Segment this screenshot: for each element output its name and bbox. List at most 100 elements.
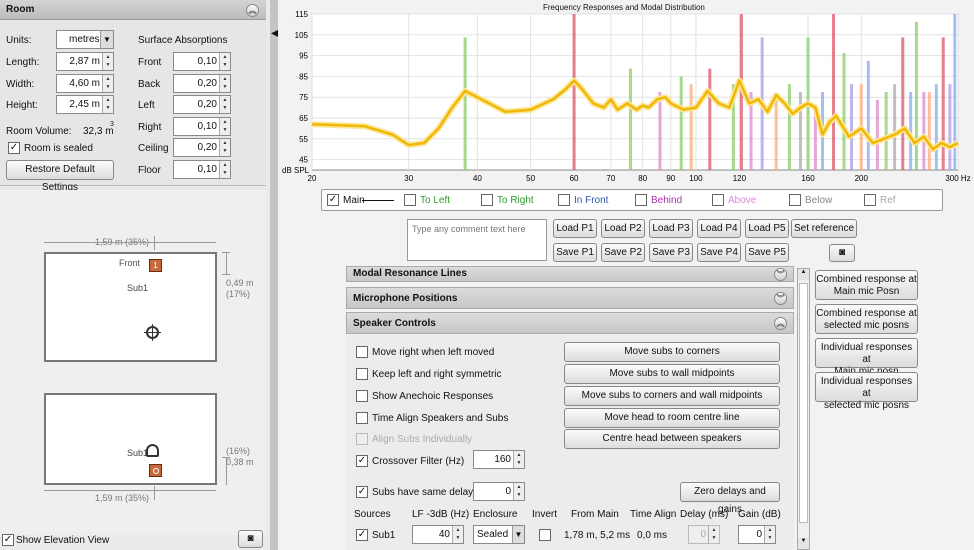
modal-resonance-section[interactable]: Modal Resonance Lines ︾ xyxy=(346,266,794,282)
crossover-checkbox[interactable]: ✓ xyxy=(356,455,368,467)
spinner-arrows-icon[interactable]: ▲ ▼ xyxy=(102,53,113,70)
collapse-icon[interactable]: ︽ xyxy=(774,317,787,330)
expand-icon[interactable]: ︾ xyxy=(774,268,787,281)
floor-absorption-spinner[interactable]: 0,10 ▲ ▼ xyxy=(173,160,231,179)
length-spinner[interactable]: 2,87 m ▲ ▼ xyxy=(56,52,114,71)
height-spinner[interactable]: 2,45 m ▲ ▼ xyxy=(56,95,114,114)
dropdown-arrow-icon[interactable]: ▼ xyxy=(100,31,113,48)
zero-delays-button[interactable]: Zero delays and gains xyxy=(680,482,780,515)
move-subs-corners-midpoints-button[interactable]: Move subs to corners and wall midpoints xyxy=(564,386,780,406)
elevation-room-box[interactable] xyxy=(44,393,217,485)
save-p5-button[interactable]: Save P5 xyxy=(745,243,789,262)
save-p4-button[interactable]: Save P4 xyxy=(697,243,741,262)
spinner-arrows-icon[interactable]: ▲ ▼ xyxy=(102,75,113,92)
legend-checkbox[interactable] xyxy=(404,194,416,206)
room-sealed-checkbox[interactable]: ✓ xyxy=(8,142,20,154)
dropdown-arrow-icon[interactable]: ▼ xyxy=(512,526,524,543)
sub1-enabled-checkbox[interactable]: ✓ xyxy=(356,529,368,541)
plan-speaker-icon[interactable]: 1 xyxy=(149,259,162,272)
spinner-arrows-icon[interactable]: ▲ ▼ xyxy=(513,483,524,500)
legend-checkbox[interactable] xyxy=(864,194,876,206)
save-p2-button[interactable]: Save P2 xyxy=(601,243,645,262)
side-button-line2: selected mic posns xyxy=(823,400,910,411)
units-select[interactable]: metres ▼ xyxy=(56,30,114,49)
invert-checkbox[interactable] xyxy=(539,529,551,541)
speaker-controls-section[interactable]: Speaker Controls ︽ xyxy=(346,312,794,334)
scroll-up-icon[interactable]: ▲ xyxy=(798,269,809,280)
delay-spinner[interactable]: 0 ▲ ▼ xyxy=(688,525,720,544)
frequency-response-chart[interactable]: 115 105 95 85 75 65 55 4520 30 40 50 60 70 80 90 100 120… xyxy=(280,10,974,186)
legend-checkbox[interactable] xyxy=(789,194,801,206)
spinner-arrows-icon[interactable]: ▲ ▼ xyxy=(219,139,230,156)
expand-icon[interactable]: ︾ xyxy=(774,292,787,305)
anechoic-checkbox[interactable] xyxy=(356,390,368,402)
move-subs-corners-button[interactable]: Move subs to corners xyxy=(564,342,780,362)
comment-textarea[interactable] xyxy=(407,219,547,261)
legend-checkbox[interactable] xyxy=(635,194,647,206)
load-p5-button[interactable]: Load P5 xyxy=(745,219,789,238)
legend-checkbox[interactable]: ✓ xyxy=(327,194,339,206)
show-elevation-checkbox[interactable]: ✓ xyxy=(2,534,14,546)
side-response-button-1[interactable]: Combined response at Main mic Posn xyxy=(815,270,918,300)
dimension-line xyxy=(44,242,216,243)
move-right-checkbox[interactable] xyxy=(356,346,368,358)
load-p1-button[interactable]: Load P1 xyxy=(553,219,597,238)
elevation-head-icon[interactable] xyxy=(146,444,159,457)
save-p3-button[interactable]: Save P3 xyxy=(649,243,693,262)
left-absorption-spinner[interactable]: 0,20 ▲ ▼ xyxy=(173,95,231,114)
scrollbar-thumb[interactable] xyxy=(799,283,808,523)
spinner-arrows-icon[interactable]: ▲ ▼ xyxy=(219,53,230,70)
move-head-centre-button[interactable]: Move head to room centre line xyxy=(564,408,780,428)
legend-checkbox[interactable] xyxy=(558,194,570,206)
listener-head-icon[interactable] xyxy=(144,324,161,341)
spinner-arrows-icon[interactable]: ▲ ▼ xyxy=(219,96,230,113)
restore-defaults-button[interactable]: Restore Default Settings xyxy=(6,160,114,193)
spinner-arrows-icon[interactable]: ▲ ▼ xyxy=(513,451,524,468)
spinner-arrows-icon[interactable]: ▲ ▼ xyxy=(219,118,230,135)
spinner-arrows-icon[interactable]: ▲ ▼ xyxy=(219,75,230,92)
x-tick-label: 80 xyxy=(638,174,647,183)
move-subs-midpoints-button[interactable]: Move subs to wall midpoints xyxy=(564,364,780,384)
spinner-arrows-icon[interactable]: ▲ ▼ xyxy=(708,526,719,543)
back-absorption-spinner[interactable]: 0,20 ▲ ▼ xyxy=(173,74,231,93)
microphone-positions-section[interactable]: Microphone Positions ︾ xyxy=(346,287,794,309)
legend-checkbox[interactable] xyxy=(712,194,724,206)
centre-head-button[interactable]: Centre head between speakers xyxy=(564,429,780,449)
spinner-arrows-icon[interactable]: ▲ ▼ xyxy=(219,161,230,178)
enclosure-select[interactable]: Sealed ▼ xyxy=(473,525,525,544)
same-delay-spinner[interactable]: 0 ▲ ▼ xyxy=(473,482,525,501)
crossover-spinner[interactable]: 160 ▲ ▼ xyxy=(473,450,525,469)
width-spinner[interactable]: 4,60 m ▲ ▼ xyxy=(56,74,114,93)
side-response-button-2[interactable]: Combined response at selected mic posns xyxy=(815,304,918,334)
room-section-header[interactable]: Room xyxy=(0,0,266,20)
side-response-button-4[interactable]: Individual responses at selected mic posn… xyxy=(815,372,918,411)
spinner-arrows-icon[interactable]: ▲ ▼ xyxy=(452,526,463,543)
front-absorption-spinner[interactable]: 0,10 ▲ ▼ xyxy=(173,52,231,71)
set-reference-button[interactable]: Set reference xyxy=(791,219,857,238)
time-align-checkbox[interactable] xyxy=(356,412,368,424)
load-p3-button[interactable]: Load P3 xyxy=(649,219,693,238)
plan-room-box[interactable] xyxy=(44,252,217,362)
ceiling-absorption-spinner[interactable]: 0,20 ▲ ▼ xyxy=(173,138,231,157)
sub1-lf-spinner[interactable]: 40 ▲ ▼ xyxy=(412,525,464,544)
spinner-arrows-icon[interactable]: ▲ ▼ xyxy=(764,526,775,543)
scroll-down-icon[interactable]: ▼ xyxy=(798,538,809,549)
align-individually-checkbox[interactable] xyxy=(356,433,368,445)
camera-icon[interactable]: ◙ xyxy=(238,530,263,548)
legend-checkbox[interactable] xyxy=(481,194,493,206)
panel-splitter[interactable] xyxy=(270,0,278,550)
spinner-arrows-icon[interactable]: ▲ ▼ xyxy=(102,96,113,113)
controls-scrollbar[interactable]: ▲ ▼ xyxy=(797,268,810,550)
elevation-speaker-icon[interactable] xyxy=(149,464,162,477)
back-absorption-value: 0,20 xyxy=(197,78,217,89)
camera-icon[interactable]: ◙ xyxy=(829,244,855,262)
load-p2-button[interactable]: Load P2 xyxy=(601,219,645,238)
load-p4-button[interactable]: Load P4 xyxy=(697,219,741,238)
same-delay-checkbox[interactable]: ✓ xyxy=(356,486,368,498)
collapse-room-icon[interactable]: ︽ xyxy=(246,4,259,17)
save-p1-button[interactable]: Save P1 xyxy=(553,243,597,262)
side-response-button-3[interactable]: Individual responses atMain mic posn xyxy=(815,338,918,377)
right-absorption-spinner[interactable]: 0,10 ▲ ▼ xyxy=(173,117,231,136)
symmetric-checkbox[interactable] xyxy=(356,368,368,380)
gain-spinner[interactable]: 0 ▲ ▼ xyxy=(738,525,776,544)
